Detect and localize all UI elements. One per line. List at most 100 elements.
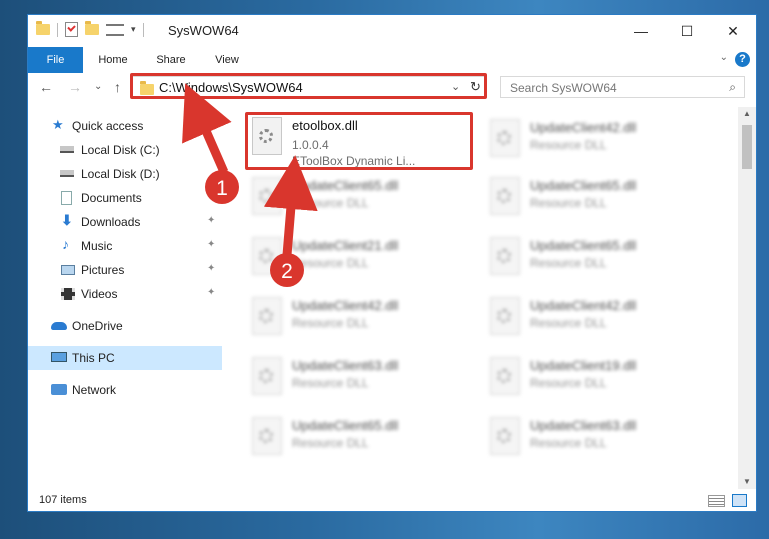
window-title: SysWOW64 <box>168 23 239 38</box>
search-box[interactable]: Search SysWOW64 ⌕ <box>500 76 745 98</box>
sidebar-item-quick-access[interactable]: ★ Quick access <box>28 114 222 138</box>
divider <box>57 22 58 37</box>
star-icon: ★ <box>52 117 64 132</box>
pin-icon[interactable]: ✦ <box>207 239 215 250</box>
sidebar-item-label: Local Disk (D:) <box>81 167 160 181</box>
file-item[interactable]: UpdateClient63.dll Resource DLL <box>248 353 473 411</box>
file-name: UpdateClient42.dll <box>530 298 637 313</box>
tab-view[interactable]: View <box>202 47 252 73</box>
dll-file-icon <box>252 357 282 395</box>
file-description: Resource DLL <box>530 376 607 390</box>
forward-button[interactable]: → <box>68 79 82 95</box>
sidebar-item-network[interactable]: Network <box>28 378 222 402</box>
quick-access-toolbar: ▾ <box>36 21 144 37</box>
sidebar-item-label: OneDrive <box>72 319 123 333</box>
close-button[interactable]: ✕ <box>710 15 756 47</box>
dll-file-icon <box>490 237 520 275</box>
file-item[interactable]: UpdateClient65.dll Resource DLL <box>248 413 473 471</box>
address-highlight-box <box>130 73 487 99</box>
sidebar-item-downloads[interactable]: ⬇ Downloads ✦ <box>28 210 222 234</box>
file-description: Resource DLL <box>292 436 369 450</box>
folder-icon <box>36 21 50 35</box>
sidebar-item-label: Downloads <box>81 215 141 229</box>
file-item[interactable]: UpdateClient21.dll Resource DLL <box>248 233 473 291</box>
music-icon: ♪ <box>62 236 69 252</box>
search-input[interactable]: Search SysWOW64 <box>510 81 617 95</box>
file-highlight-box <box>245 112 473 170</box>
new-folder-icon[interactable] <box>85 21 99 35</box>
recent-locations-button[interactable]: ⌄ <box>94 81 102 92</box>
sidebar-item-label: Network <box>72 383 117 397</box>
tab-file[interactable]: File <box>28 47 83 73</box>
file-item[interactable]: UpdateClient42.dll Resource DLL <box>248 293 473 351</box>
help-button[interactable]: ? <box>735 52 750 67</box>
tab-home[interactable]: Home <box>88 47 138 73</box>
file-item[interactable]: UpdateClient63.dll Resource DLL <box>486 413 711 471</box>
title-bar: ▾ SysWOW64 — ☐ ✕ <box>28 15 756 47</box>
file-item[interactable]: UpdateClient65.dll Resource DLL <box>486 233 711 291</box>
dll-file-icon <box>490 357 520 395</box>
sidebar-item-local-disk-c[interactable]: Local Disk (C:) <box>28 138 222 162</box>
scroll-up-icon[interactable]: ▲ <box>743 109 751 118</box>
sidebar-item-label: This PC <box>72 351 115 365</box>
file-description: Resource DLL <box>530 138 607 152</box>
file-item[interactable]: UpdateClient65.dll Resource DLL <box>486 173 711 231</box>
ribbon: File Home Share View ⌄ ? <box>28 47 756 74</box>
dll-file-icon <box>490 119 520 157</box>
dll-file-icon <box>252 417 282 455</box>
collapse-ribbon-icon[interactable]: ⌄ <box>720 52 728 63</box>
sidebar-item-music[interactable]: ♪ Music ✦ <box>28 234 222 258</box>
sidebar-item-label: Videos <box>81 287 118 301</box>
scroll-down-icon[interactable]: ▼ <box>743 477 751 486</box>
status-bar: 107 items <box>28 489 756 511</box>
vertical-scrollbar[interactable]: ▲ ▼ <box>738 107 756 489</box>
file-description: Resource DLL <box>292 256 369 270</box>
details-view-icon[interactable] <box>708 495 725 507</box>
file-name: UpdateClient65.dll <box>292 178 399 193</box>
file-description: Resource DLL <box>530 436 607 450</box>
search-icon[interactable]: ⌕ <box>729 80 736 95</box>
cloud-icon <box>51 322 67 330</box>
dll-file-icon <box>252 297 282 335</box>
sidebar-item-label: Local Disk (C:) <box>81 143 160 157</box>
pin-icon[interactable]: ✦ <box>207 215 215 226</box>
file-description: Resource DLL <box>530 196 607 210</box>
file-item[interactable]: UpdateClient42.dll Resource DLL <box>486 115 711 173</box>
sidebar-item-videos[interactable]: Videos ✦ <box>28 282 222 306</box>
file-item[interactable]: UpdateClient65.dll Resource DLL <box>248 173 473 231</box>
file-name: UpdateClient65.dll <box>292 418 399 433</box>
sidebar-item-onedrive[interactable]: OneDrive <box>28 314 222 338</box>
dll-file-icon <box>252 237 282 275</box>
sidebar-item-this-pc[interactable]: This PC <box>28 346 222 370</box>
customize-icon[interactable] <box>106 23 124 36</box>
file-name: UpdateClient65.dll <box>530 178 637 193</box>
sidebar-item-local-disk-d[interactable]: Local Disk (D:) <box>28 162 222 186</box>
pin-icon[interactable]: ✦ <box>207 263 215 274</box>
file-description: Resource DLL <box>292 376 369 390</box>
tab-share[interactable]: Share <box>146 47 196 73</box>
file-item[interactable]: UpdateClient42.dll Resource DLL <box>486 293 711 351</box>
dll-file-icon <box>252 177 282 215</box>
sidebar-item-documents[interactable]: Documents <box>28 186 222 210</box>
back-button[interactable]: ← <box>39 79 53 95</box>
dll-file-icon <box>490 177 520 215</box>
large-icons-view-icon[interactable] <box>732 494 747 507</box>
drive-icon <box>60 146 74 153</box>
minimize-button[interactable]: — <box>618 15 664 47</box>
dll-file-icon <box>490 297 520 335</box>
chevron-down-icon[interactable]: ▾ <box>131 24 136 35</box>
up-button[interactable]: ↑ <box>114 79 121 95</box>
file-item[interactable]: UpdateClient19.dll Resource DLL <box>486 353 711 411</box>
pin-icon[interactable]: ✦ <box>207 287 215 298</box>
videos-icon <box>61 288 75 300</box>
scrollbar-thumb[interactable] <box>742 125 752 169</box>
file-name: UpdateClient65.dll <box>530 238 637 253</box>
sidebar-item-pictures[interactable]: Pictures ✦ <box>28 258 222 282</box>
file-description: Resource DLL <box>530 256 607 270</box>
properties-icon[interactable] <box>65 22 78 37</box>
drive-icon <box>60 170 74 177</box>
sidebar-item-label: Quick access <box>72 119 144 133</box>
navigation-pane: ★ Quick access Local Disk (C:) Local Dis… <box>28 107 222 489</box>
maximize-button[interactable]: ☐ <box>664 15 710 47</box>
pictures-icon <box>61 265 75 275</box>
